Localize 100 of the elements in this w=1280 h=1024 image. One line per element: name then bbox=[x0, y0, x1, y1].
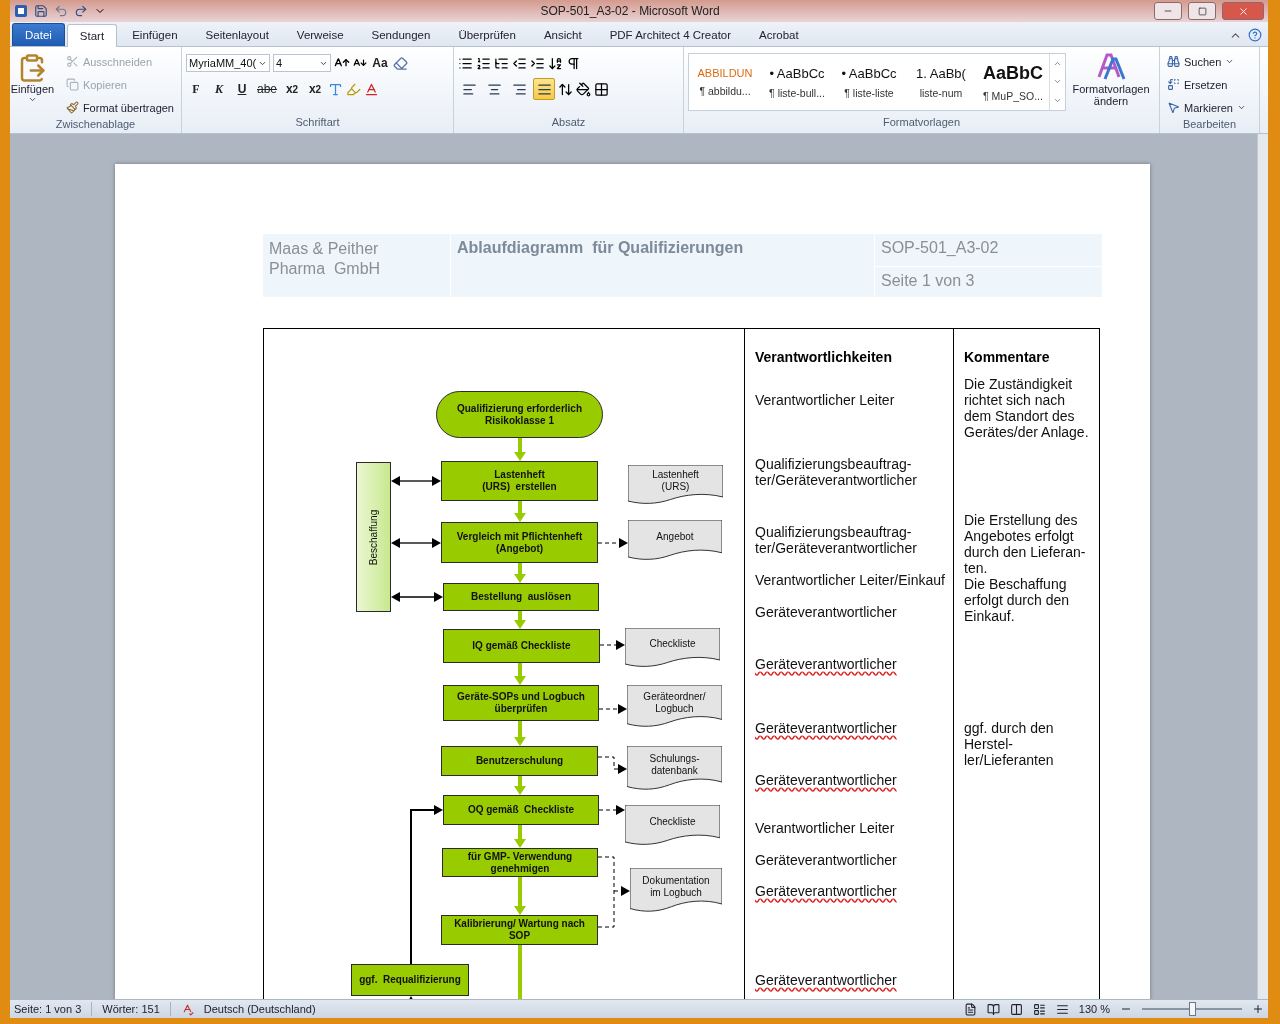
multilevel-list-icon[interactable] bbox=[494, 55, 509, 71]
document-shape: Dokumentation im Logbuch bbox=[630, 868, 722, 913]
draft-icon[interactable] bbox=[1055, 1002, 1069, 1016]
redo-icon[interactable] bbox=[74, 4, 88, 18]
style-preview[interactable]: • AaBbCc bbox=[841, 65, 897, 81]
vertical-scrollbar[interactable] bbox=[1257, 134, 1268, 999]
reading-view-icon[interactable] bbox=[986, 1002, 1000, 1016]
zoom-in-icon[interactable] bbox=[1252, 1003, 1264, 1015]
style-preview[interactable]: 1. AaBb( bbox=[916, 65, 966, 81]
responsibility-text: Verantwortlicher Leiter bbox=[755, 820, 896, 836]
process-step: Benutzerschulung bbox=[441, 746, 598, 776]
group-label: Absatz bbox=[550, 116, 587, 130]
ribbon-tab[interactable]: Überprüfen bbox=[445, 23, 529, 46]
sort-icon[interactable] bbox=[548, 55, 563, 71]
editing-button[interactable]: Suchen bbox=[1164, 51, 1249, 72]
document-shape: Geräteordner/ Logbuch bbox=[627, 685, 722, 728]
minimize-button[interactable] bbox=[1154, 2, 1182, 20]
clear-format-icon[interactable] bbox=[393, 55, 408, 71]
change-styles-button[interactable]: Formatvorlagen ändern bbox=[1070, 51, 1152, 116]
caret-icon bbox=[27, 95, 37, 104]
ribbon-tab[interactable]: Ansicht bbox=[530, 23, 595, 46]
line-spacing-icon[interactable] bbox=[558, 81, 573, 97]
style-name[interactable]: liste-num bbox=[919, 86, 963, 99]
ribbon-tab[interactable]: Start bbox=[66, 24, 118, 47]
style-name[interactable]: ¶ MuP_SO... bbox=[983, 89, 1043, 102]
format-button[interactable]: U bbox=[232, 79, 252, 99]
document-shape: Angebot bbox=[628, 520, 722, 561]
bullets-icon[interactable] bbox=[458, 55, 473, 71]
ribbon-tab[interactable]: Seitenlayout bbox=[192, 23, 282, 46]
process-step: ggf. Requalifizierung bbox=[351, 964, 469, 996]
pilcrow-icon[interactable] bbox=[566, 55, 581, 71]
app-icon[interactable] bbox=[14, 4, 28, 18]
responsibility-text: Geräteverantwortlicher bbox=[755, 883, 898, 899]
close-icon bbox=[1237, 5, 1249, 17]
increase-indent-icon[interactable] bbox=[530, 55, 545, 71]
process-step: Lastenheft (URS) erstellen bbox=[441, 461, 598, 501]
ribbon-tab[interactable]: Sendungen bbox=[358, 23, 444, 46]
group-label: Formatvorlagen bbox=[881, 116, 961, 130]
decrease-indent-icon[interactable] bbox=[512, 55, 527, 71]
responsibility-text: Verantwortlicher Leiter/Einkauf bbox=[755, 572, 946, 588]
undo-icon[interactable] bbox=[54, 4, 68, 18]
align-icon bbox=[511, 81, 527, 97]
flow-arrow bbox=[514, 825, 526, 848]
double-arrow bbox=[391, 476, 441, 486]
outline-icon[interactable] bbox=[1032, 1002, 1046, 1016]
clipboard-button[interactable]: Format übertragen bbox=[62, 97, 177, 118]
file-tab[interactable]: Datei bbox=[12, 23, 65, 46]
font-name-field[interactable]: MyriaMM_40( bbox=[186, 54, 270, 72]
word-count[interactable]: Wörter: 151 bbox=[102, 1003, 160, 1015]
style-preview[interactable]: AaBbC bbox=[983, 62, 1043, 84]
maximize-icon bbox=[1197, 6, 1207, 16]
page-count[interactable]: Seite: 1 von 3 bbox=[14, 1003, 82, 1015]
double-arrow bbox=[391, 592, 443, 602]
group-label: Zwischenablage bbox=[54, 118, 137, 132]
style-preview[interactable]: • AaBbCc bbox=[769, 65, 825, 81]
flow-arrow bbox=[514, 663, 526, 685]
flow-arrow bbox=[514, 877, 526, 915]
comment-text: Die Zuständigkeit richtet sich nach dem Standort des Gerätes/der Anlage. bbox=[964, 376, 1090, 440]
borders-icon[interactable] bbox=[594, 81, 609, 97]
responsibility-text: Verantwortlicher Leiter bbox=[755, 392, 896, 408]
style-name[interactable]: ¶ abbildu... bbox=[699, 85, 751, 97]
paste-button[interactable]: Einfügen bbox=[10, 51, 59, 118]
highlighter-icon[interactable] bbox=[346, 81, 362, 97]
ribbon-tab[interactable]: Verweise bbox=[283, 23, 357, 46]
style-preview[interactable]: ABBILDUN bbox=[697, 67, 753, 79]
style-name[interactable]: ¶ liste-liste bbox=[844, 86, 894, 99]
change-case-button[interactable]: Aa bbox=[370, 53, 390, 73]
responsibility-text: Qualifizierungsbeauftrag-ter/Geräteverantwortlicher bbox=[755, 456, 918, 488]
format-button[interactable]: abe bbox=[255, 79, 280, 99]
numbering-icon[interactable] bbox=[476, 55, 491, 71]
caret-icon bbox=[1225, 57, 1235, 66]
styles-icon bbox=[1096, 51, 1126, 81]
editing-button[interactable]: Markieren bbox=[1164, 97, 1249, 118]
print-layout-icon[interactable] bbox=[963, 1002, 977, 1016]
ribbon-tab[interactable]: Einfügen bbox=[119, 23, 191, 46]
language-label[interactable]: Deutsch (Deutschland) bbox=[203, 1003, 316, 1015]
save-icon[interactable] bbox=[34, 4, 48, 18]
align-button[interactable] bbox=[533, 78, 555, 100]
zoom-level[interactable]: 130 % bbox=[1078, 1003, 1110, 1015]
format-button[interactable]: K bbox=[209, 79, 229, 99]
zoom-thumb[interactable] bbox=[1189, 1002, 1196, 1016]
style-name[interactable]: ¶ liste-bull... bbox=[769, 86, 825, 99]
format-button[interactable]: F bbox=[186, 79, 206, 99]
lane-label: Beschaffung bbox=[368, 509, 379, 565]
maximize-button[interactable] bbox=[1188, 2, 1216, 20]
help-icon[interactable] bbox=[1248, 28, 1262, 42]
shading-icon[interactable] bbox=[576, 81, 591, 97]
font-size-field[interactable]: 4 bbox=[273, 54, 331, 72]
paintbrush-icon bbox=[65, 101, 79, 114]
replace-icon bbox=[1167, 78, 1180, 91]
web-layout-icon[interactable] bbox=[1009, 1002, 1023, 1016]
process-step: OQ gemäß Checkliste bbox=[443, 795, 599, 825]
comment-text: ggf. durch den Herstel-ler/Lieferanten bbox=[964, 720, 1055, 768]
ribbon-tab[interactable]: PDF Architect 4 Creator bbox=[596, 23, 745, 46]
ribbon-tab[interactable]: Acrobat bbox=[746, 23, 812, 46]
text-effects-icon[interactable] bbox=[328, 81, 344, 97]
group-label: Bearbeiten bbox=[1181, 118, 1238, 132]
font-color-icon[interactable] bbox=[364, 81, 380, 97]
editing-button[interactable]: Ersetzen bbox=[1164, 74, 1249, 95]
flow-arrow bbox=[514, 563, 526, 583]
